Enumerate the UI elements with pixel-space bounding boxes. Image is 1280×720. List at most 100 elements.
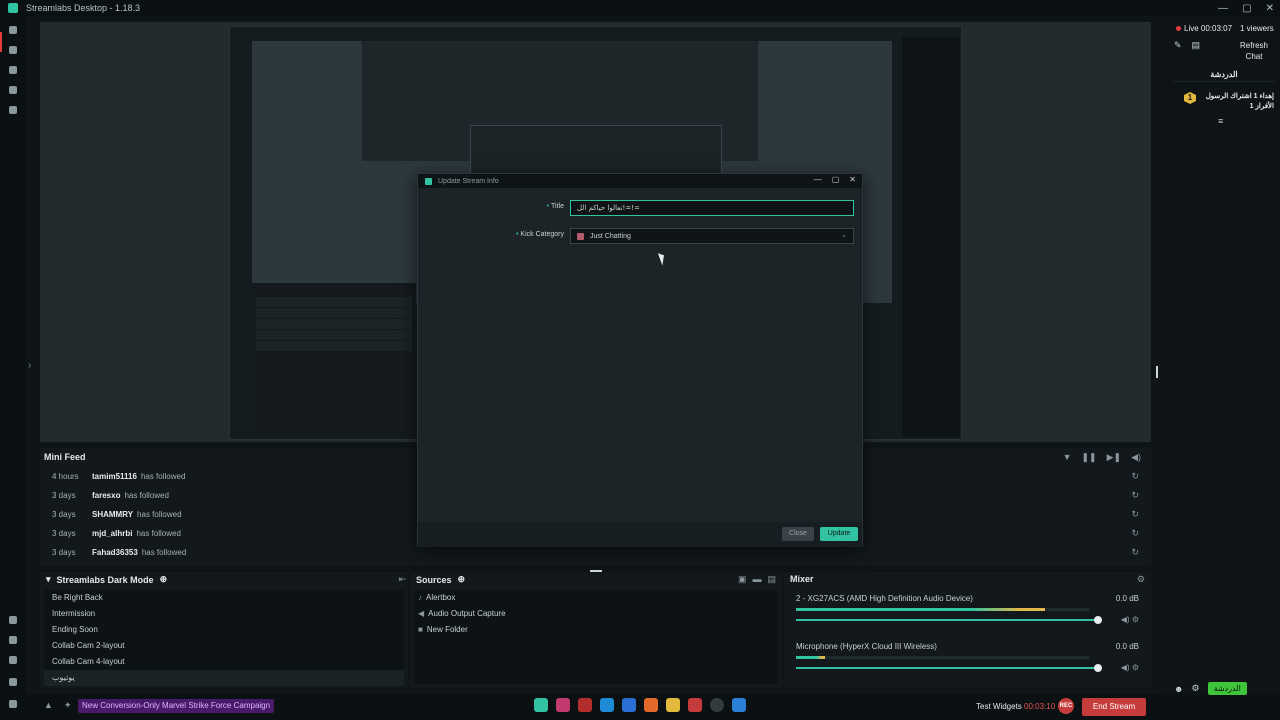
widget-icon[interactable] <box>9 106 17 114</box>
repeat-alert-icon[interactable]: ↻ <box>1131 509 1139 520</box>
kick-category-select[interactable]: Just Chatting ⌄ <box>570 228 854 244</box>
pdf-taskbar-icon[interactable] <box>688 698 702 712</box>
studio-mode-icon[interactable] <box>9 636 17 644</box>
close-window-button[interactable]: ✕ <box>1266 3 1274 14</box>
folder-taskbar-icon[interactable] <box>666 698 680 712</box>
help-icon[interactable] <box>9 656 17 664</box>
feed-action: has followed <box>136 528 181 538</box>
repeat-alert-icon[interactable]: ↻ <box>1131 528 1139 539</box>
volume-slider-knob[interactable] <box>1094 616 1102 624</box>
pause-icon[interactable]: ❚❚ <box>1082 452 1097 463</box>
scene-collection-title[interactable]: Streamlabs Dark Mode <box>57 575 154 585</box>
chat-settings-icon[interactable]: ⚙ <box>1191 683 1199 694</box>
mini-feed-tools: ▼ ❚❚ ▶❚ ◀) <box>1063 452 1141 463</box>
rec-button[interactable]: REC <box>1058 698 1074 714</box>
chat-send-button[interactable]: الدردشة <box>1207 682 1247 695</box>
emote-icon[interactable]: ☻ <box>1174 684 1183 694</box>
record-timer: 00:03:10 <box>1024 702 1056 711</box>
title-row: • Title <box>418 200 862 216</box>
stream-title-input[interactable] <box>570 200 854 216</box>
collapse-left-icon[interactable]: › <box>28 360 31 371</box>
mute-speaker-icon[interactable]: ◀) ⚙ <box>1121 663 1139 672</box>
mute-icon[interactable]: ◀) <box>1131 452 1141 463</box>
settings-icon[interactable] <box>9 678 17 686</box>
dialog-footer: Close Update <box>418 522 862 547</box>
volume-meter <box>796 608 1089 611</box>
app-taskbar-icon[interactable] <box>622 698 636 712</box>
collection-chevron-icon[interactable]: ▾ <box>46 574 51 585</box>
update-button[interactable]: Update <box>820 527 858 541</box>
chat-popout-icon[interactable]: ▤ <box>1192 40 1201 51</box>
store-icon[interactable] <box>9 66 17 74</box>
scene-item-active[interactable]: يوتيوب <box>44 670 404 686</box>
chat-tools: ✎ ▤ <box>1174 40 1200 51</box>
dialog-maximize-icon[interactable]: ▢ <box>832 175 840 184</box>
sources-list: ♪ Alertbox ◀ Audio Output Capture ■ New … <box>414 590 778 684</box>
volume-slider-knob[interactable] <box>1094 664 1102 672</box>
volume-slider[interactable] <box>796 664 1102 672</box>
sources-title: Sources <box>416 574 452 585</box>
scene-item[interactable]: Ending Soon <box>44 622 404 638</box>
mixer-channels: 2 - XG27ACS (AMD High Definition Audio D… <box>788 590 1147 684</box>
mixer-settings-icon[interactable]: ⚙ <box>1137 574 1145 585</box>
scene-transitions-icon[interactable]: ⇤ <box>398 574 406 585</box>
filter-icon[interactable]: ▼ <box>1063 452 1072 463</box>
remove-source-icon[interactable]: ▬ <box>752 574 761 585</box>
minimize-button[interactable]: — <box>1218 3 1228 14</box>
scene-item[interactable]: Be Right Back <box>44 590 404 606</box>
wand-icon[interactable]: ✦ <box>64 700 72 711</box>
feed-time: 3 days <box>52 490 76 500</box>
edit-stream-info-icon[interactable]: ✎ <box>1174 40 1182 51</box>
feed-time: 4 hours <box>52 471 79 481</box>
app-taskbar-icon[interactable] <box>710 698 724 712</box>
repeat-alert-icon[interactable]: ↻ <box>1131 471 1139 482</box>
feed-user: tamim51116 <box>92 471 137 481</box>
profile-icon[interactable] <box>9 700 17 708</box>
scene-item[interactable]: Collab Cam 4-layout <box>44 654 404 670</box>
layout-icon[interactable] <box>9 86 17 94</box>
dashboard-icon[interactable] <box>9 616 17 624</box>
end-stream-button[interactable]: End Stream <box>1082 698 1146 716</box>
title-label: • Title <box>547 203 564 210</box>
dialog-minimize-icon[interactable]: — <box>814 175 822 184</box>
source-item[interactable]: ♪ Alertbox <box>414 590 778 606</box>
panel-resize-handle[interactable] <box>590 570 602 572</box>
app-taskbar-icon[interactable] <box>556 698 570 712</box>
left-nav <box>0 16 26 720</box>
performance-icon[interactable]: ▲ <box>44 700 53 710</box>
sub-badge-icon: 1 <box>1184 92 1196 104</box>
chat-filter-icon[interactable]: ≡ <box>1218 116 1223 126</box>
themes-icon[interactable] <box>9 46 17 54</box>
repeat-alert-icon[interactable]: ↻ <box>1131 490 1139 501</box>
repeat-alert-icon[interactable]: ↻ <box>1131 547 1139 558</box>
source-properties-icon[interactable]: ▣ <box>738 574 747 585</box>
mute-speaker-icon[interactable]: ◀) ⚙ <box>1121 615 1139 624</box>
skip-icon[interactable]: ▶❚ <box>1107 452 1121 463</box>
refresh-chat-button[interactable]: Refresh Chat <box>1232 40 1276 62</box>
streamlabs-taskbar-icon[interactable] <box>534 698 548 712</box>
channel-db: 0.0 dB <box>1115 594 1139 603</box>
editor-icon[interactable] <box>9 26 17 34</box>
mixer-channel: 2 - XG27ACS (AMD High Definition Audio D… <box>796 594 1139 624</box>
source-item[interactable]: ◀ Audio Output Capture <box>414 606 778 622</box>
test-widgets-button[interactable]: Test Widgets <box>976 702 1022 711</box>
source-item[interactable]: ■ New Folder <box>414 622 778 638</box>
add-scene-icon[interactable]: ⊕ <box>160 574 168 585</box>
maximize-button[interactable]: ▢ <box>1242 3 1251 14</box>
firefox-taskbar-icon[interactable] <box>644 698 658 712</box>
scene-item[interactable]: Collab Cam 2-layout <box>44 638 404 654</box>
add-folder-icon[interactable]: ▤ <box>767 574 776 585</box>
dialog-close-icon[interactable]: ✕ <box>849 175 856 184</box>
chat-tab[interactable]: الدردشة <box>1174 68 1274 82</box>
volume-slider[interactable] <box>796 616 1102 624</box>
right-panel-resize-handle[interactable] <box>1156 366 1158 378</box>
update-stream-info-dialog: Update Stream Info — ▢ ✕ •Title •Kick Ca… <box>417 173 863 547</box>
add-source-icon[interactable]: ⊕ <box>458 574 466 585</box>
edge-taskbar-icon[interactable] <box>600 698 614 712</box>
promo-banner[interactable]: New Conversion-Only Marvel Strike Force … <box>78 699 275 713</box>
folder-icon: ■ <box>418 625 423 634</box>
app-taskbar-icon[interactable] <box>578 698 592 712</box>
scene-item[interactable]: Intermission <box>44 606 404 622</box>
close-button[interactable]: Close <box>782 527 814 541</box>
windows-taskbar-icon[interactable] <box>732 698 746 712</box>
